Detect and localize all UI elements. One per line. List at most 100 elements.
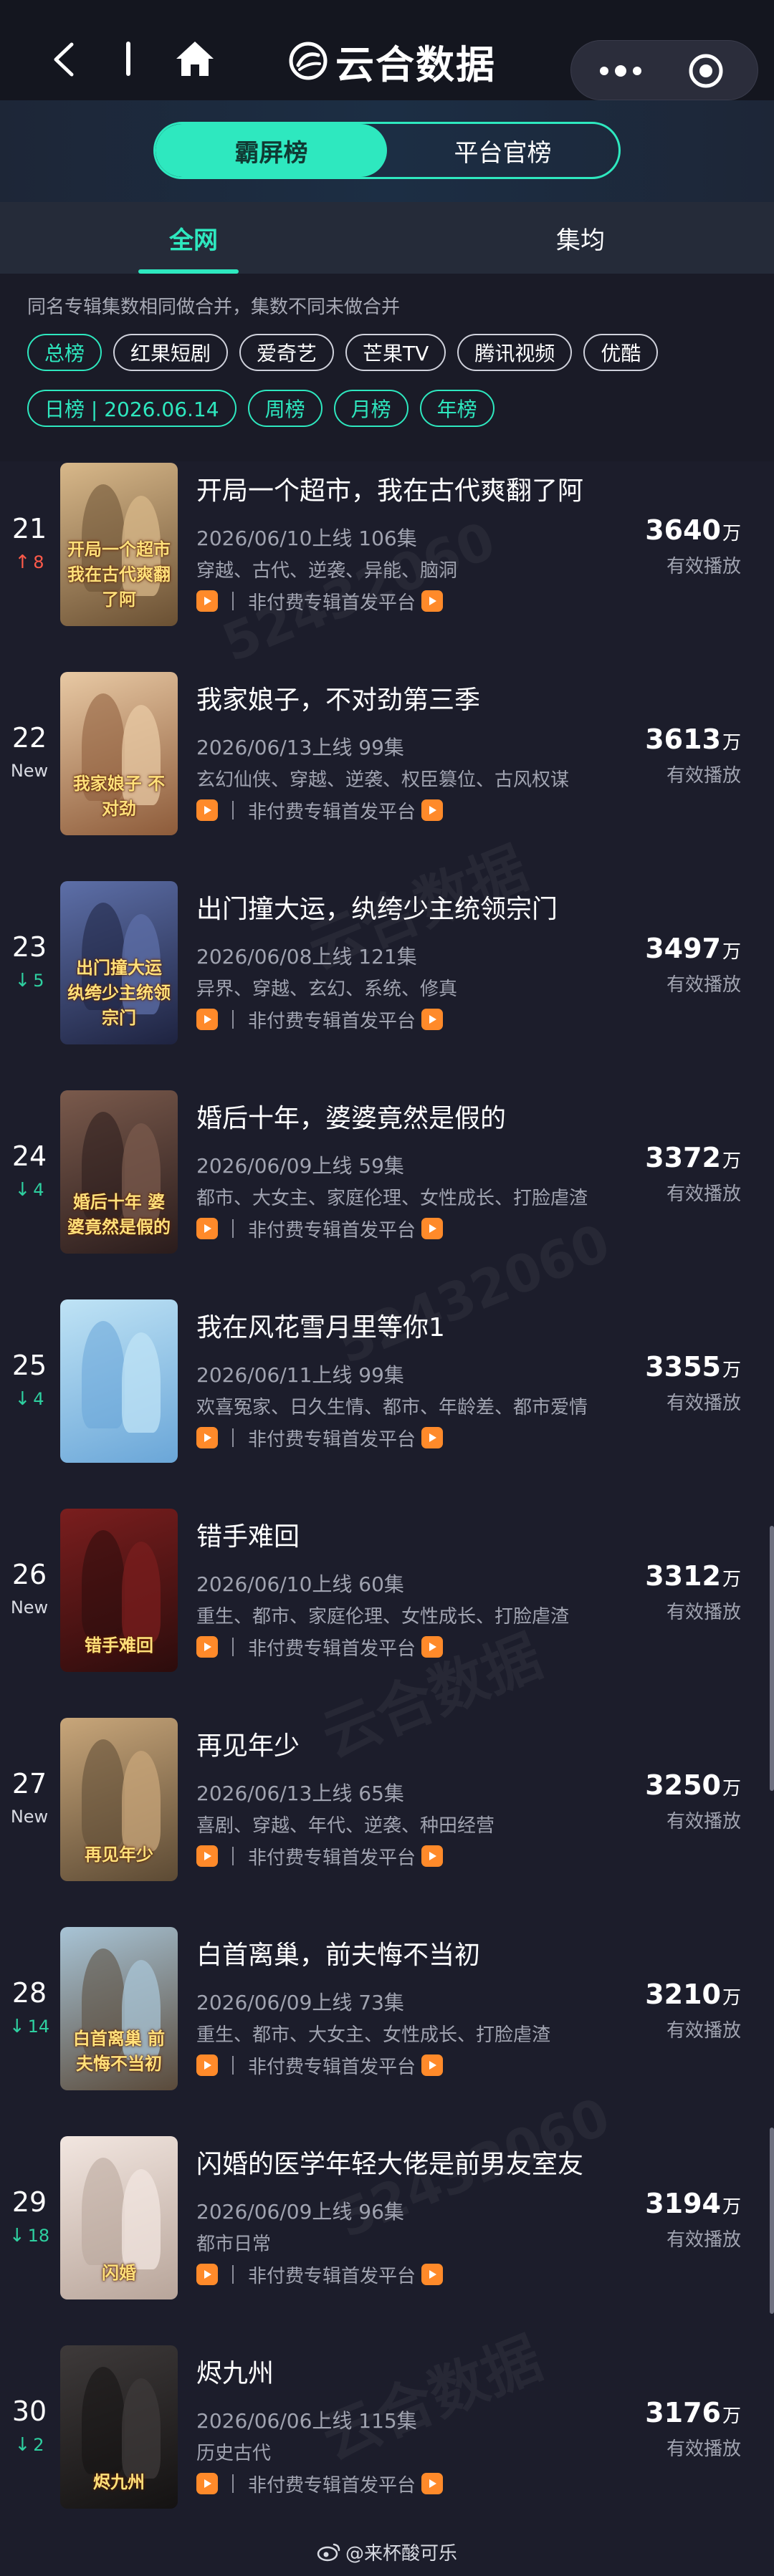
- list-item[interactable]: 30 ↓ 2 烬九州 烬九州 2026/06/06上线 115集 历史古代 非付费专辑首发平台…: [0, 2344, 774, 2527]
- list-item[interactable]: 22 New 我家娘子 不对劲 我家娘子，不对劲第三季 2026/06/13上线 99集…: [0, 671, 774, 880]
- drama-poster[interactable]: 烬九州: [60, 2345, 178, 2509]
- rank-change: New: [0, 761, 59, 781]
- drama-title[interactable]: 开局一个超市，我在古代爽翻了阿: [196, 470, 583, 507]
- play-platform-icon: [421, 2264, 444, 2285]
- list-item[interactable]: 21 ↑ 8 开局一个超市 我在古代爽翻了阿 开局一个超市，我在古代爽翻了阿 2026/0…: [0, 461, 774, 671]
- genre-tags: 欢喜冤家、日久生情、都市、年龄差、都市爱情: [196, 1397, 588, 1418]
- filter-chip-mango[interactable]: 芒果TV: [345, 334, 446, 371]
- list-item[interactable]: 23 ↓ 5 出门撞大运 纨绔少主统领宗门 出门撞大运，纨绔少主统领宗门 2026/06/…: [0, 880, 774, 1089]
- play-platform-icon: [196, 2473, 218, 2494]
- list-item[interactable]: 29 ↓ 18 闪婚 闪婚的医学年轻大佬是前男友室友 2026/06/09上线 96集 都市…: [0, 2135, 774, 2344]
- poster-figure: [82, 1739, 125, 1847]
- play-platform-icon: [196, 1009, 218, 1030]
- drama-title[interactable]: 出门撞大运，纨绔少主统领宗门: [196, 888, 558, 926]
- play-platform-icon: [196, 1218, 218, 1239]
- poster-title-art: 开局一个超市 我在古代爽翻了阿: [67, 539, 171, 610]
- play-count-label: 有效播放: [666, 1183, 741, 1205]
- platform-info: 非付费专辑首发平台: [196, 589, 444, 614]
- poster-title-art: 白首离巢 前夫悔不当初: [72, 2029, 166, 2074]
- release-info: 2026/06/08上线 121集: [196, 945, 417, 969]
- close-miniprogram-icon[interactable]: [687, 52, 725, 90]
- rank-change: New: [0, 1807, 59, 1827]
- tab-all-network[interactable]: 全网: [0, 202, 387, 274]
- drama-poster[interactable]: 开局一个超市 我在古代爽翻了阿: [60, 463, 178, 626]
- filter-chip-yearly[interactable]: 年榜: [419, 390, 494, 427]
- drama-poster[interactable]: 白首离巢 前夫悔不当初: [60, 1927, 178, 2090]
- drama-poster[interactable]: 再见年少: [60, 1718, 178, 1881]
- play-platform-icon: [196, 799, 218, 821]
- play-count-label: 有效播放: [666, 974, 741, 996]
- filter-chip-tencent[interactable]: 腾讯视频: [457, 334, 573, 371]
- play-platform-icon: [196, 1845, 218, 1867]
- play-count-unit: 万: [722, 1778, 741, 1799]
- play-count: 3640万: [645, 514, 741, 546]
- drama-title[interactable]: 烬九州: [196, 2352, 274, 2390]
- poster-title-art: 再见年少: [85, 1845, 153, 1865]
- play-count-unit: 万: [722, 2196, 741, 2218]
- genre-tags: 都市日常: [196, 2234, 272, 2255]
- filter-chip-overall[interactable]: 总榜: [27, 334, 102, 371]
- arrow-down-icon: ↓: [9, 2016, 25, 2037]
- drama-poster[interactable]: 我家娘子 不对劲: [60, 672, 178, 835]
- platform-divider: [232, 1428, 234, 1447]
- drama-poster[interactable]: 闪婚: [60, 2136, 178, 2299]
- drama-title[interactable]: 我在风花雪月里等你1: [196, 1307, 445, 1344]
- poster-figure: [82, 1530, 125, 1638]
- platform-divider: [232, 1638, 234, 1656]
- tab-per-episode[interactable]: 集均: [387, 202, 774, 274]
- list-item[interactable]: 24 ↓ 4 婚后十年 婆婆竟然是假的 婚后十年，婆婆竟然是假的 2026/06/09上线…: [0, 1089, 774, 1298]
- home-icon[interactable]: [175, 40, 215, 77]
- rank-change-value: 14: [27, 2017, 50, 2037]
- list-item[interactable]: 28 ↓ 14 白首离巢 前夫悔不当初 白首离巢，前夫悔不当初 2026/06/09上线 …: [0, 1926, 774, 2135]
- rank-number: 24: [11, 1140, 47, 1172]
- platform-divider: [232, 2474, 234, 2493]
- more-icon[interactable]: [597, 61, 644, 81]
- rank-change-value: New: [10, 1597, 49, 1618]
- rank-number: 21: [11, 513, 47, 544]
- play-count-unit: 万: [722, 1569, 741, 1590]
- drama-title[interactable]: 我家娘子，不对劲第三季: [196, 679, 480, 716]
- drama-poster[interactable]: 婚后十年 婆婆竟然是假的: [60, 1090, 178, 1254]
- scrollbar-lower[interactable]: [770, 2128, 774, 2314]
- period-filter-row: 日榜 | 2026.06.14 周榜 月榜 年榜: [27, 390, 506, 427]
- filter-chip-monthly[interactable]: 月榜: [333, 390, 408, 427]
- filter-chip-hongguo[interactable]: 红果短剧: [113, 334, 229, 371]
- weibo-footer: @来杯酸可乐: [0, 2527, 774, 2576]
- filter-chip-weekly[interactable]: 周榜: [247, 390, 322, 427]
- segment-dominant-chart[interactable]: 霸屏榜: [156, 124, 387, 177]
- play-platform-icon: [421, 1845, 444, 1867]
- filter-chip-daily[interactable]: 日榜 | 2026.06.14: [27, 390, 236, 427]
- poster-title-art: 出门撞大运 纨绔少主统领宗门: [67, 958, 171, 1028]
- list-item[interactable]: 27 New 再见年少 再见年少 2026/06/13上线 65集 喜剧、穿越、年代、逆袭…: [0, 1716, 774, 1926]
- drama-title[interactable]: 婚后十年，婆婆竟然是假的: [196, 1097, 506, 1135]
- scrollbar-upper[interactable]: [770, 1526, 774, 1791]
- drama-title[interactable]: 白首离巢，前夫悔不当初: [196, 1934, 480, 1971]
- drama-title[interactable]: 再见年少: [196, 1725, 300, 1762]
- play-count-unit: 万: [722, 1360, 741, 1381]
- rank-number: 26: [11, 1559, 47, 1590]
- platform-label: 非付费专辑首发平台: [248, 2474, 416, 2496]
- play-platform-icon: [421, 1009, 444, 1030]
- platform-label: 非付费专辑首发平台: [248, 801, 416, 823]
- filter-chip-iqiyi[interactable]: 爱奇艺: [239, 334, 335, 371]
- back-icon[interactable]: [52, 42, 76, 77]
- list-item[interactable]: 25 ↓ 4 我在风花雪月里等你1 2026/06/11上线 99集 欢喜冤家、日久生情、…: [0, 1298, 774, 1507]
- drama-poster[interactable]: 出门撞大运 纨绔少主统领宗门: [60, 881, 178, 1044]
- rank-number: 22: [11, 722, 47, 754]
- poster-figure: [82, 1321, 125, 1428]
- play-platform-icon: [421, 1427, 444, 1448]
- genre-tags: 玄幻仙侠、穿越、逆袭、权臣篡位、古风权谋: [196, 769, 570, 791]
- drama-poster[interactable]: [60, 1299, 178, 1463]
- play-platform-icon: [196, 1636, 218, 1658]
- segment-official-chart[interactable]: 平台官榜: [387, 124, 618, 177]
- platform-info: 非付费专辑首发平台: [196, 1844, 444, 1869]
- filter-chip-youku[interactable]: 优酷: [583, 334, 659, 371]
- platform-divider: [232, 2056, 234, 2075]
- rank-number: 23: [11, 931, 47, 963]
- drama-title[interactable]: 闪婚的医学年轻大佬是前男友室友: [196, 2143, 583, 2181]
- play-count-label: 有效播放: [666, 1602, 741, 1623]
- list-item[interactable]: 26 New 错手难回 错手难回 2026/06/10上线 60集 重生、都市、家庭伦理、…: [0, 1507, 774, 1716]
- arrow-up-icon: ↑: [14, 552, 31, 573]
- drama-title[interactable]: 错手难回: [196, 1516, 300, 1553]
- drama-poster[interactable]: 错手难回: [60, 1509, 178, 1672]
